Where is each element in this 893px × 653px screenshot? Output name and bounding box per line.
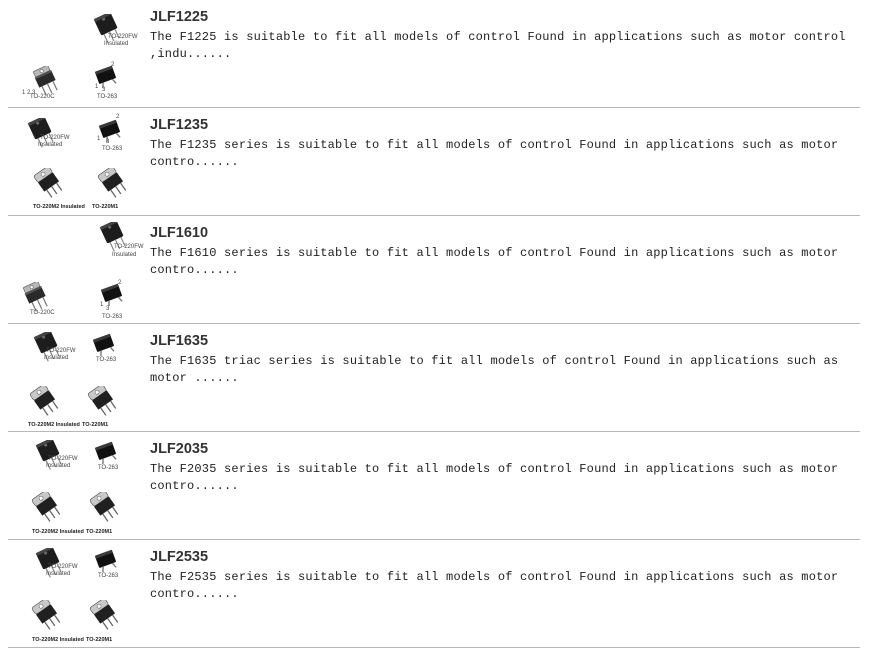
pin-label: 3 [106, 306, 110, 312]
to263-icon [92, 548, 122, 572]
package-images: TO-220FW Insulated TO-263 TO-220M2 Insul… [8, 324, 143, 431]
package-label: Insulated [104, 41, 129, 47]
product-description: The F1235 series is suitable to fit all … [150, 138, 839, 169]
product-title[interactable]: JLF1235 [150, 116, 860, 134]
package-label: TO-263 [102, 314, 123, 320]
package-label: TO-220FW [108, 34, 138, 40]
package-label: TO-220M2 Insulated [28, 422, 80, 428]
pin-label: 3 [106, 139, 110, 145]
to220m2-icon [26, 492, 66, 522]
package-label: Insulated [38, 142, 63, 148]
package-label: TO-220FW [48, 456, 78, 462]
product-description: The F2535 series is suitable to fit all … [150, 570, 839, 601]
package-label: Insulated [46, 463, 71, 469]
package-images: TO-220FW Insulated TO-263 TO-220M2 Insul… [8, 432, 143, 539]
product-title[interactable]: JLF1610 [150, 224, 860, 242]
package-label: TO-220FW [48, 564, 78, 570]
to263-icon [90, 332, 120, 356]
to220m2-icon [28, 168, 68, 198]
package-images: TO-220FW Insulated TO-220C 2 1 3 TO-263 [8, 216, 144, 323]
package-label: TO-263 [102, 146, 123, 152]
package-label: TO-263 [97, 94, 118, 100]
pin-label: 1 [100, 302, 104, 308]
to263-icon [92, 440, 122, 464]
to220m1-icon [92, 168, 132, 198]
to220m1-icon [82, 386, 122, 416]
package-images: TO-220FW Insulated TO-263 TO-220M2 Insul… [8, 540, 143, 647]
product-description: The F1610 series is suitable to fit all … [150, 246, 839, 277]
product-item-jlf2535[interactable]: TO-220FW Insulated TO-263 TO-220M2 Insul… [8, 540, 860, 648]
package-label: TO-263 [98, 573, 119, 579]
to220m2-icon [26, 600, 66, 630]
to220m2-icon [24, 386, 64, 416]
package-label: TO-220FW [46, 348, 76, 354]
package-label: TO-220M2 Insulated [33, 204, 85, 210]
package-label: TO-263 [96, 357, 117, 363]
product-info: JLF1235 The F1235 series is suitable to … [150, 116, 860, 171]
product-info: JLF2035 The F2035 series is suitable to … [150, 440, 860, 495]
package-images: TO-220FW Insulated 1 2 3 TO-220C 2 1 3 T… [8, 0, 143, 107]
package-label: TO-220M2 Insulated [32, 637, 84, 643]
package-label: Insulated [44, 355, 69, 361]
product-title[interactable]: JLF2035 [150, 440, 860, 458]
package-label: TO-220M1 [86, 637, 113, 643]
product-item-jlf1635[interactable]: TO-220FW Insulated TO-263 TO-220M2 Insul… [8, 324, 860, 432]
package-label: TO-220M2 Insulated [32, 529, 84, 535]
package-label: TO-220M1 [86, 529, 113, 535]
package-label: TO-220M1 [92, 204, 119, 210]
package-label: Insulated [112, 252, 137, 258]
product-title[interactable]: JLF2535 [150, 548, 860, 566]
product-info: JLF1225 The F1225 is suitable to fit all… [150, 8, 860, 63]
product-item-jlf2035[interactable]: TO-220FW Insulated TO-263 TO-220M2 Insul… [8, 432, 860, 540]
package-label: TO-220C [30, 310, 55, 316]
package-label: TO-220M1 [82, 422, 109, 428]
to220m1-icon [84, 600, 124, 630]
product-item-jlf1225[interactable]: TO-220FW Insulated 1 2 3 TO-220C 2 1 3 T… [8, 0, 860, 108]
product-info: JLF1635 The F1635 triac series is suitab… [150, 332, 860, 387]
pin-label: 1 [95, 84, 99, 90]
pin-label: 1 [97, 136, 101, 142]
pin-label: 3 [102, 87, 106, 93]
package-label: TO-220FW [114, 244, 144, 250]
package-label: Insulated [46, 571, 71, 577]
product-list: TO-220FW Insulated 1 2 3 TO-220C 2 1 3 T… [8, 0, 860, 648]
product-info: JLF1610 The F1610 series is suitable to … [150, 224, 860, 279]
product-info: JLF2535 The F2535 series is suitable to … [150, 548, 860, 603]
product-description: The F1225 is suitable to fit all models … [150, 30, 846, 61]
package-images: TO-220FW Insulated 2 1 3 TO-263 TO-220M2… [8, 108, 143, 215]
package-label: TO-220FW [40, 135, 70, 141]
to263-icon [96, 118, 126, 142]
product-title[interactable]: JLF1635 [150, 332, 860, 350]
product-description: The F2035 series is suitable to fit all … [150, 462, 839, 493]
to220m1-icon [84, 492, 124, 522]
product-description: The F1635 triac series is suitable to fi… [150, 354, 839, 385]
package-label: TO-220C [30, 94, 55, 100]
to220c-icon [14, 282, 54, 312]
product-title[interactable]: JLF1225 [150, 8, 860, 26]
product-item-jlf1235[interactable]: TO-220FW Insulated 2 1 3 TO-263 TO-220M2… [8, 108, 860, 216]
product-item-jlf1610[interactable]: TO-220FW Insulated TO-220C 2 1 3 TO-263 … [8, 216, 860, 324]
package-label: TO-263 [98, 465, 119, 471]
